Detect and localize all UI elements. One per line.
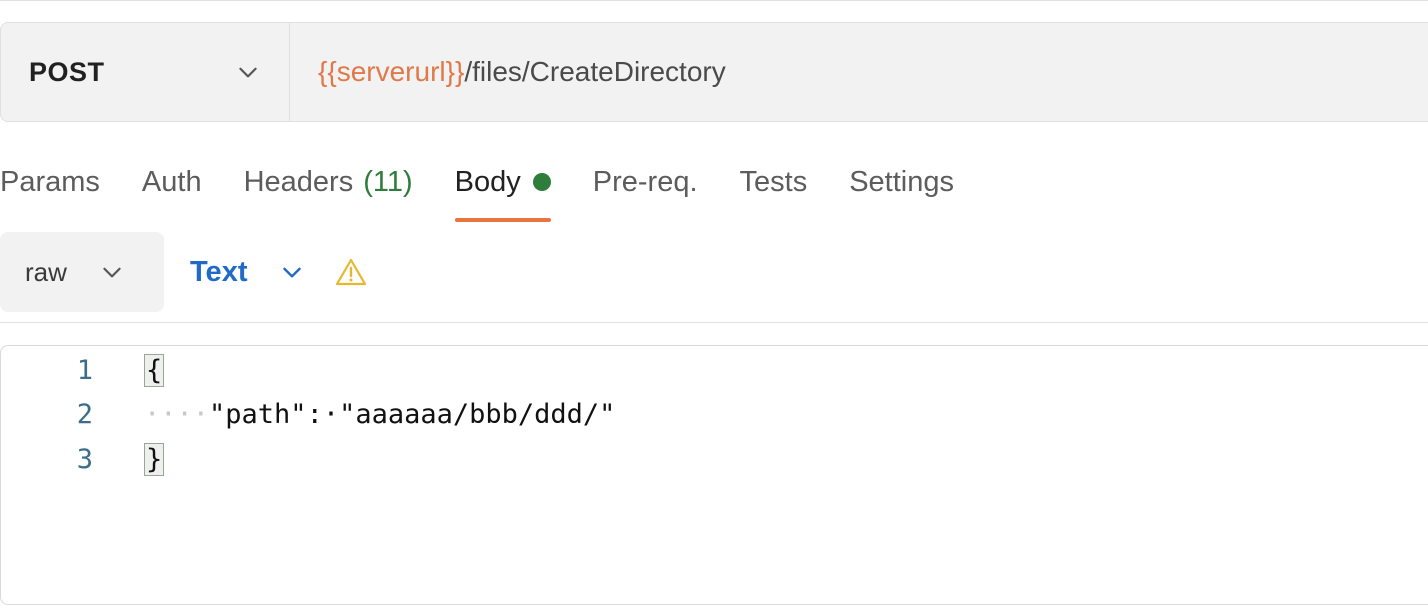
- top-border: [0, 0, 1428, 3]
- line-number: 3: [76, 443, 93, 475]
- editor-line: 2 ····"path":·"aaaaaa/bbb/ddd/": [1, 392, 1428, 436]
- url-path: /files/CreateDirectory: [464, 56, 726, 87]
- chevron-down-icon: [103, 267, 121, 278]
- matched-brace: }: [144, 442, 165, 476]
- tab-headers[interactable]: Headers (11): [244, 150, 413, 222]
- tab-label: Auth: [141, 165, 202, 198]
- tab-auth[interactable]: Auth: [142, 150, 202, 222]
- request-tabs: Params Auth Headers (11) Body Pre-req. T…: [0, 150, 996, 222]
- method-select[interactable]: POST: [1, 23, 290, 121]
- line-content: ····"path":·"aaaaaa/bbb/ddd/": [144, 399, 615, 430]
- editor-line: 1 {: [1, 348, 1428, 392]
- body-language-label: Text: [190, 255, 248, 288]
- headers-count: (11): [363, 165, 413, 198]
- url-variable: {{serverurl}}: [318, 56, 465, 87]
- indent-whitespace: ····: [144, 398, 210, 430]
- tab-label: Params: [0, 165, 100, 198]
- matched-brace: {: [144, 353, 165, 387]
- chevron-down-icon: [283, 267, 302, 278]
- line-code: "path":·"aaaaaa/bbb/ddd/": [209, 398, 616, 430]
- body-options-row: raw Text: [0, 232, 367, 312]
- code-editor[interactable]: 1 { 2 ····"path":·"aaaaaa/bbb/ddd/" 3 }: [0, 345, 1428, 605]
- line-number: 2: [76, 398, 93, 430]
- url-input[interactable]: {{serverurl}}/files/CreateDirectory: [290, 23, 1428, 121]
- body-mode-label: raw: [25, 256, 67, 287]
- tab-label: Pre-req.: [592, 165, 698, 198]
- body-indicator-dot: [532, 173, 551, 191]
- tab-label: Settings: [849, 165, 954, 198]
- tab-label: Body: [454, 165, 521, 198]
- chevron-down-icon: [239, 67, 257, 78]
- tab-pre-request[interactable]: Pre-req.: [593, 150, 698, 222]
- editor-line: 3 }: [1, 437, 1428, 481]
- tab-label: Tests: [739, 165, 808, 198]
- line-number: 1: [76, 354, 93, 386]
- tab-label: Headers: [243, 165, 354, 198]
- method-label: POST: [29, 56, 105, 87]
- tab-params[interactable]: Params: [0, 150, 100, 222]
- line-content: {: [144, 353, 165, 387]
- tab-settings[interactable]: Settings: [849, 150, 954, 222]
- section-divider: [0, 322, 1428, 323]
- line-content: }: [144, 442, 165, 476]
- tab-tests[interactable]: Tests: [740, 150, 808, 222]
- request-bar: POST {{serverurl}}/files/CreateDirectory: [0, 22, 1428, 122]
- tab-body[interactable]: Body: [454, 150, 551, 222]
- body-mode-select[interactable]: raw: [0, 232, 164, 312]
- warning-icon[interactable]: [335, 257, 367, 287]
- body-language-select[interactable]: Text: [190, 256, 305, 289]
